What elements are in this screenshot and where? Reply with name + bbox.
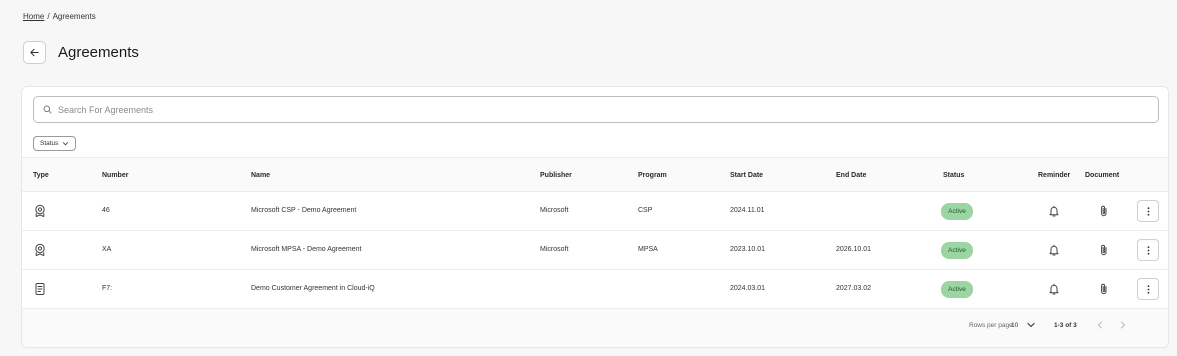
breadcrumb-home-link[interactable]: Home	[23, 12, 44, 21]
breadcrumb-separator: /	[47, 12, 50, 21]
cell-publisher: Microsoft	[540, 207, 569, 214]
paperclip-icon[interactable]	[1097, 204, 1111, 218]
status-badge: Active	[941, 242, 973, 259]
chevron-down-icon	[63, 142, 69, 146]
search-input[interactable]	[58, 104, 1158, 115]
agreements-panel: Status Type Number Name Publisher Progra…	[21, 86, 1169, 348]
back-button[interactable]	[23, 41, 46, 64]
column-header-status[interactable]: Status	[943, 172, 964, 179]
cell-name: Microsoft CSP - Demo Agreement	[251, 207, 357, 214]
table-row[interactable]: 46 Microsoft CSP - Demo Agreement Micros…	[22, 192, 1168, 231]
column-header-reminder: Reminder	[1038, 172, 1071, 179]
cell-start-date: 2024.11.01	[730, 207, 765, 214]
column-header-end-date[interactable]: End Date	[836, 172, 866, 179]
badge-certificate-icon	[35, 204, 45, 217]
rows-per-page-select[interactable]: 10	[1011, 322, 1018, 329]
rows-per-page-label: Rows per page:	[969, 322, 1015, 329]
status-filter-label: Status	[40, 140, 59, 147]
column-header-type[interactable]: Type	[33, 172, 49, 179]
table-header: Type Number Name Publisher Program Start…	[22, 157, 1168, 192]
search-icon	[43, 105, 52, 114]
cell-name: Demo Customer Agreement in Cloud-iQ	[251, 285, 375, 292]
kebab-menu-icon	[1147, 206, 1149, 216]
column-header-start-date[interactable]: Start Date	[730, 172, 763, 179]
pagination-range: 1-3 of 3	[1054, 322, 1077, 329]
paperclip-icon[interactable]	[1097, 282, 1111, 296]
cell-number: 46	[102, 207, 110, 214]
chevron-right-icon[interactable]	[1118, 320, 1128, 330]
page-header: Agreements	[23, 41, 139, 64]
row-actions-button[interactable]	[1137, 239, 1159, 261]
cell-start-date: 2024.03.01	[730, 285, 766, 292]
cell-end-date: 2027.03.02	[836, 285, 872, 292]
badge-certificate-icon	[35, 243, 45, 256]
column-header-number[interactable]: Number	[102, 172, 128, 179]
bell-icon[interactable]	[1047, 243, 1061, 257]
column-header-name[interactable]: Name	[251, 172, 270, 179]
arrow-left-icon	[30, 48, 39, 57]
kebab-menu-icon	[1147, 245, 1149, 255]
document-icon	[35, 283, 45, 295]
table-row[interactable]: F7: Demo Customer Agreement in Cloud-iQ …	[22, 270, 1168, 309]
status-badge: Active	[941, 203, 973, 220]
cell-number: XA	[102, 246, 112, 253]
kebab-menu-icon	[1147, 284, 1149, 294]
page-title: Agreements	[58, 44, 139, 61]
paperclip-icon[interactable]	[1097, 243, 1111, 257]
bell-icon[interactable]	[1047, 204, 1061, 218]
column-header-document: Document	[1085, 172, 1120, 179]
cell-number: F7:	[102, 285, 113, 292]
search-box[interactable]	[33, 96, 1159, 123]
cell-end-date: 2026.10.01	[836, 246, 872, 253]
status-badge: Active	[941, 281, 973, 298]
cell-program: CSP	[638, 207, 653, 214]
chevron-down-icon[interactable]	[1026, 320, 1036, 330]
breadcrumb: Home / Agreements	[23, 12, 96, 21]
column-header-program[interactable]: Program	[638, 172, 667, 179]
cell-publisher: Microsoft	[540, 246, 569, 253]
cell-name: Microsoft MPSA - Demo Agreement	[251, 246, 362, 253]
column-header-publisher[interactable]: Publisher	[540, 172, 572, 179]
bell-icon[interactable]	[1047, 282, 1061, 296]
table-pagination: Rows per page: 10 1-3 of 3	[22, 309, 1168, 347]
row-actions-button[interactable]	[1137, 200, 1159, 222]
status-filter-dropdown[interactable]: Status	[33, 136, 77, 151]
row-actions-button[interactable]	[1137, 278, 1159, 300]
table-row[interactable]: XA Microsoft MPSA - Demo Agreement Micro…	[22, 231, 1168, 270]
cell-start-date: 2023.10.01	[730, 246, 766, 253]
breadcrumb-current: Agreements	[52, 12, 96, 21]
cell-program: MPSA	[638, 246, 658, 253]
chevron-left-icon[interactable]	[1095, 320, 1105, 330]
